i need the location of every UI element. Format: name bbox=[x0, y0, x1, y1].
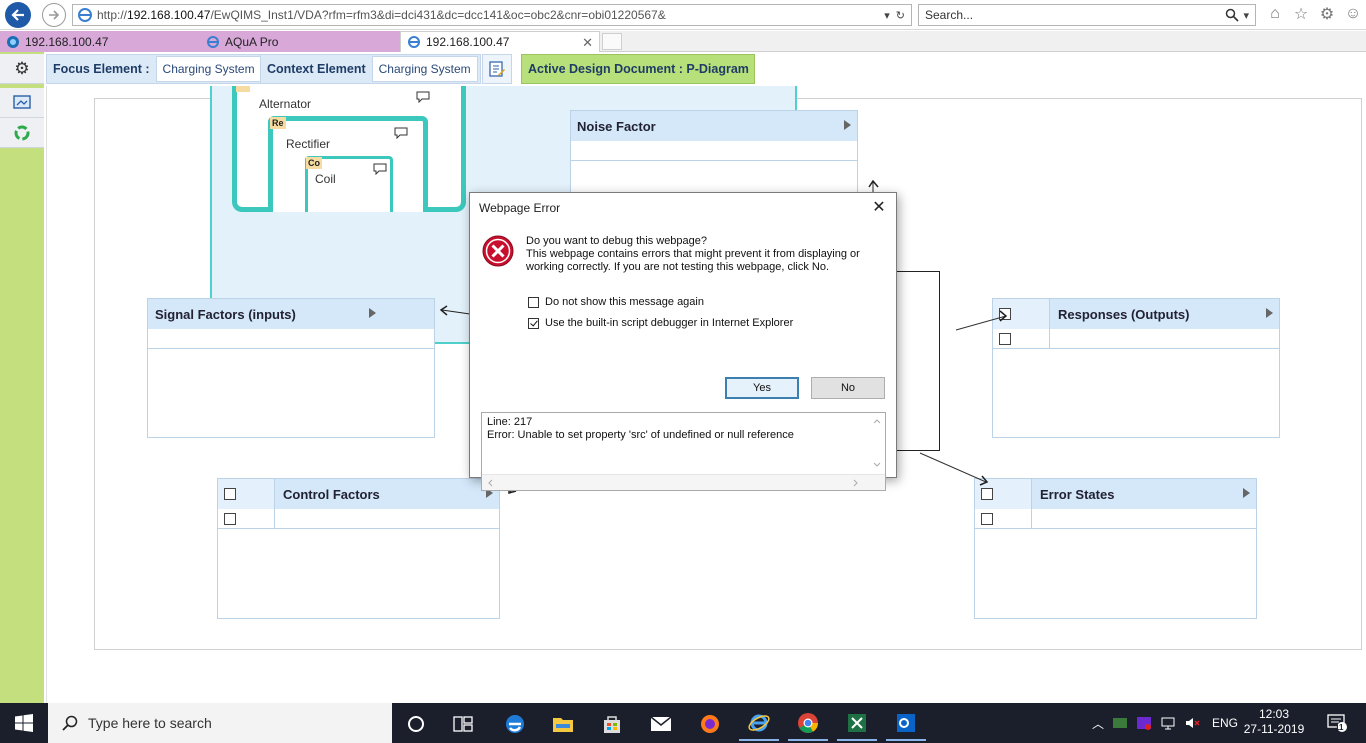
store-bag-icon bbox=[604, 716, 620, 733]
file-explorer-taskbar-icon[interactable] bbox=[543, 707, 583, 741]
outlook-taskbar-icon[interactable] bbox=[886, 707, 926, 741]
windows-taskbar: Type here to search ︿ ENG 12:03 27-11-20… bbox=[0, 703, 1366, 743]
webpage-error-dialog: Webpage Error ✕ Do you want to debug thi… bbox=[469, 192, 897, 491]
chrome-icon bbox=[798, 713, 818, 733]
outlook-icon bbox=[897, 714, 915, 732]
notification-count: 11 bbox=[1335, 723, 1344, 732]
windows-logo-icon bbox=[15, 714, 33, 732]
scroll-arrows-icon bbox=[488, 479, 858, 487]
store-taskbar-icon[interactable] bbox=[592, 707, 632, 741]
firefox-icon bbox=[701, 715, 719, 733]
system-tray: ︿ ENG bbox=[1092, 703, 1238, 743]
firefox-taskbar-icon[interactable] bbox=[690, 707, 730, 741]
excel-icon bbox=[848, 714, 866, 732]
yes-button[interactable]: Yes bbox=[725, 377, 799, 399]
dialog-body: Do you want to debug this webpage? This … bbox=[470, 223, 896, 491]
task-view-icon bbox=[453, 716, 473, 732]
notifications-button[interactable]: 11 bbox=[1322, 703, 1352, 743]
error-details-text: Line: 217 Error: Unable to set property … bbox=[487, 416, 794, 441]
option-use-debugger[interactable]: Use the built-in script debugger in Inte… bbox=[528, 317, 793, 329]
network-icon[interactable] bbox=[1160, 715, 1176, 731]
chrome-taskbar-icon[interactable] bbox=[788, 707, 828, 741]
dialog-title: Webpage Error bbox=[479, 201, 561, 215]
close-icon[interactable]: ✕ bbox=[870, 198, 888, 216]
clock-date: 27-11-2019 bbox=[1243, 722, 1305, 736]
scroll-arrows-icon bbox=[873, 419, 881, 467]
do-not-show-checkbox[interactable] bbox=[528, 296, 539, 308]
search-icon bbox=[62, 715, 78, 731]
edge-taskbar-icon[interactable] bbox=[495, 707, 535, 741]
folder-icon bbox=[553, 718, 573, 732]
ie-taskbar-icon[interactable] bbox=[739, 707, 779, 741]
cortana-button[interactable] bbox=[396, 707, 436, 741]
task-view-button[interactable] bbox=[443, 707, 483, 741]
tray-app-icon[interactable] bbox=[1112, 715, 1128, 731]
language-indicator[interactable]: ENG bbox=[1212, 716, 1238, 730]
no-button[interactable]: No bbox=[811, 377, 885, 399]
volume-muted-icon[interactable] bbox=[1184, 715, 1200, 731]
dialog-description: This webpage contains errors that might … bbox=[526, 248, 860, 273]
chevron-up-icon[interactable]: ︿ bbox=[1092, 715, 1104, 732]
horizontal-scrollbar[interactable] bbox=[482, 474, 885, 490]
use-debugger-label: Use the built-in script debugger in Inte… bbox=[545, 317, 794, 329]
dialog-titlebar: Webpage Error ✕ bbox=[470, 193, 896, 223]
taskbar-search-box[interactable]: Type here to search bbox=[48, 703, 392, 743]
edge-icon bbox=[506, 715, 524, 733]
clock[interactable]: 12:03 27-11-2019 bbox=[1242, 707, 1306, 737]
taskbar-search-placeholder: Type here to search bbox=[88, 715, 212, 731]
mail-icon bbox=[650, 716, 672, 731]
excel-taskbar-icon[interactable] bbox=[837, 707, 877, 741]
error-details-box[interactable]: Line: 217 Error: Unable to set property … bbox=[481, 412, 886, 491]
cortana-circle-icon bbox=[408, 716, 424, 732]
do-not-show-label: Do not show this message again bbox=[545, 296, 704, 308]
start-button[interactable] bbox=[0, 703, 48, 743]
internet-explorer-icon bbox=[748, 714, 770, 732]
mail-taskbar-icon[interactable] bbox=[641, 707, 681, 741]
option-do-not-show[interactable]: Do not show this message again bbox=[528, 296, 704, 308]
error-icon bbox=[482, 235, 514, 267]
security-alert-icon[interactable] bbox=[1136, 715, 1152, 731]
use-debugger-checkbox[interactable] bbox=[528, 317, 539, 329]
clock-time: 12:03 bbox=[1258, 707, 1290, 721]
dialog-question: Do you want to debug this webpage? bbox=[526, 235, 708, 247]
vertical-scrollbar[interactable] bbox=[869, 413, 885, 475]
